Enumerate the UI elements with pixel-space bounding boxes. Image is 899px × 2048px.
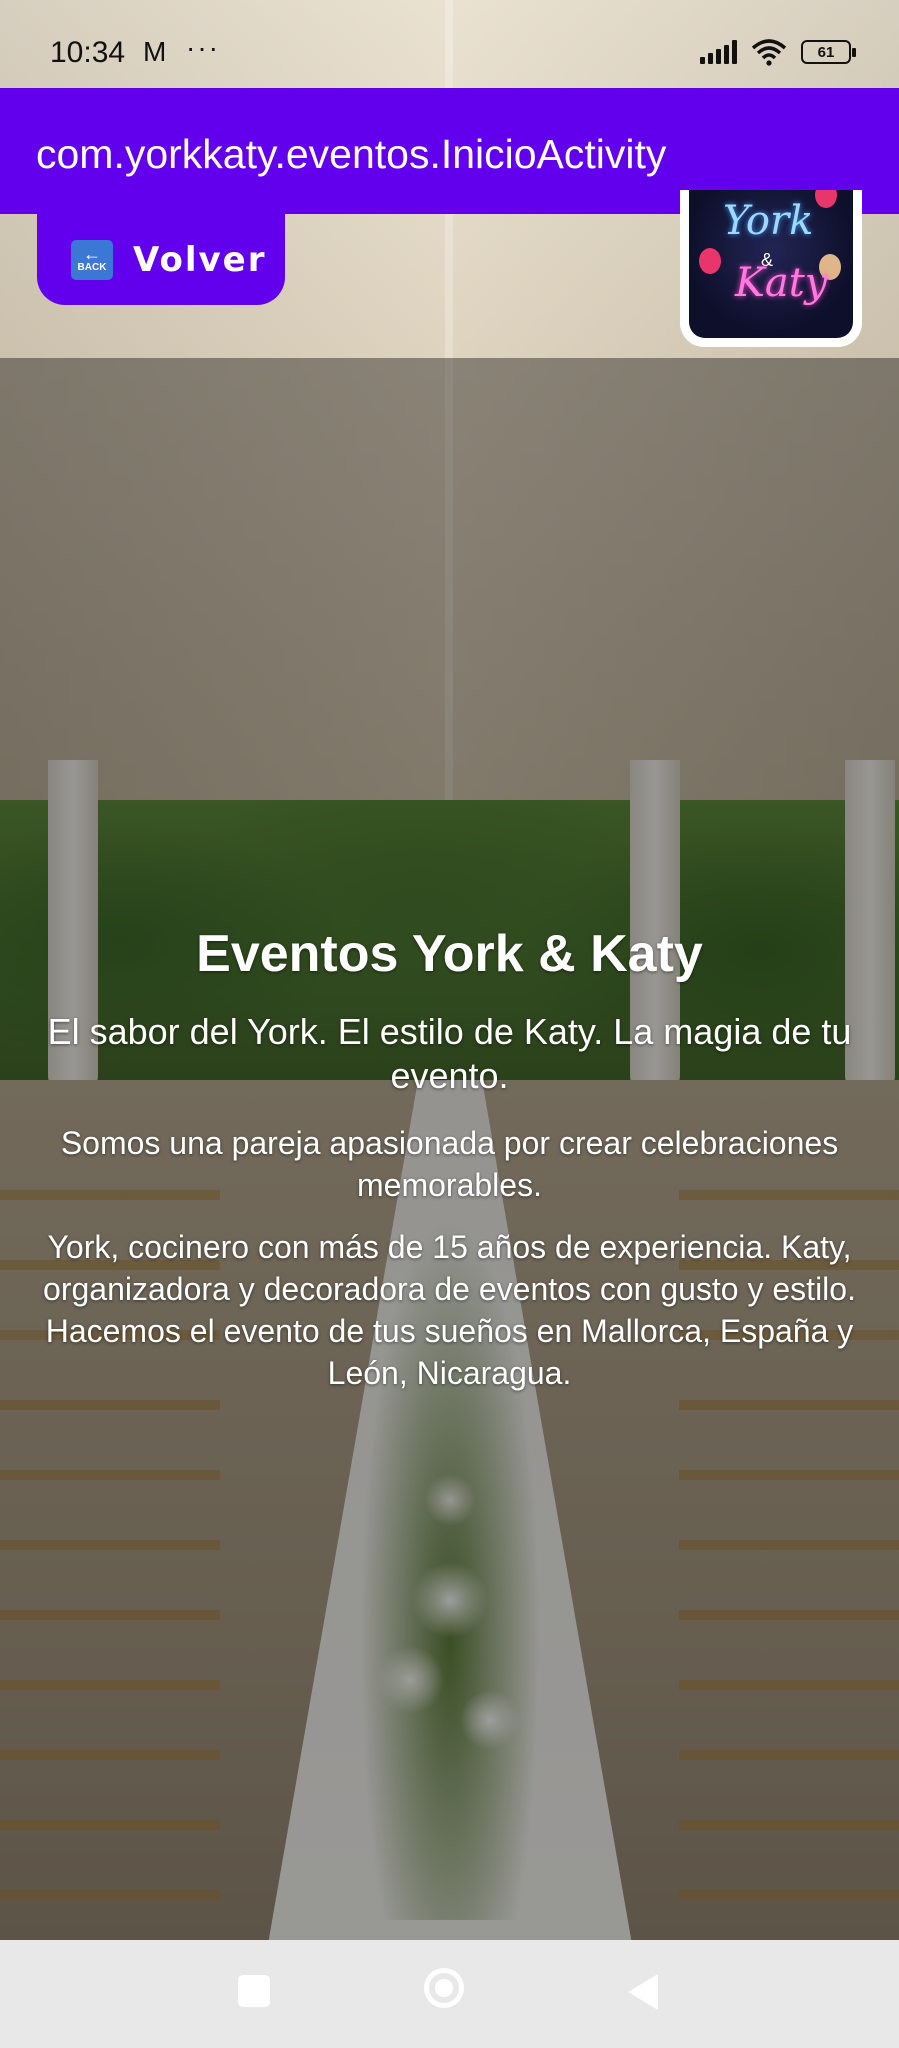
logo-frame: York & Katy: [680, 190, 862, 347]
logo-text-katy: Katy: [735, 260, 828, 306]
battery-icon: 61: [801, 40, 856, 64]
more-notifications-icon: ···: [186, 32, 220, 63]
back-arrow-icon: ← BACK: [71, 239, 113, 280]
nav-back-icon[interactable]: [628, 1974, 658, 2010]
gmail-icon: M: [143, 36, 167, 67]
balloon-icon: [815, 190, 837, 208]
wifi-icon: [751, 39, 787, 66]
status-bar: 10:34 M ··· 61: [0, 0, 899, 88]
intro-paragraph: Somos una pareja apasionada por crear ce…: [60, 1125, 839, 1203]
york-katy-logo: York & Katy: [689, 190, 853, 338]
balloon-icon: [699, 248, 721, 274]
page-title: Eventos York & Katy: [196, 925, 703, 983]
status-time: 10:34: [50, 36, 126, 69]
back-button-label: Volver: [133, 239, 267, 280]
status-icons: 61: [700, 38, 856, 66]
battery-level: 61: [817, 43, 835, 61]
tagline: El sabor del York. El estilo de Katy. La…: [47, 1011, 852, 1096]
back-icon-text: BACK: [77, 261, 107, 273]
hero-section: Eventos York & Katy El sabor del York. E…: [40, 918, 859, 1394]
back-button[interactable]: ← BACK Volver: [37, 180, 285, 305]
recents-icon[interactable]: [238, 1975, 270, 2007]
about-paragraph: York, cocinero con más de 15 años de exp…: [43, 1229, 856, 1307]
locations-paragraph: Hacemos el evento de tus sueños en Mallo…: [45, 1313, 854, 1391]
activity-title: com.yorkkaty.eventos.InicioActivity: [36, 131, 667, 177]
home-icon[interactable]: [424, 1968, 464, 2008]
signal-icon: [700, 40, 737, 64]
logo-text-york: York: [723, 198, 814, 244]
